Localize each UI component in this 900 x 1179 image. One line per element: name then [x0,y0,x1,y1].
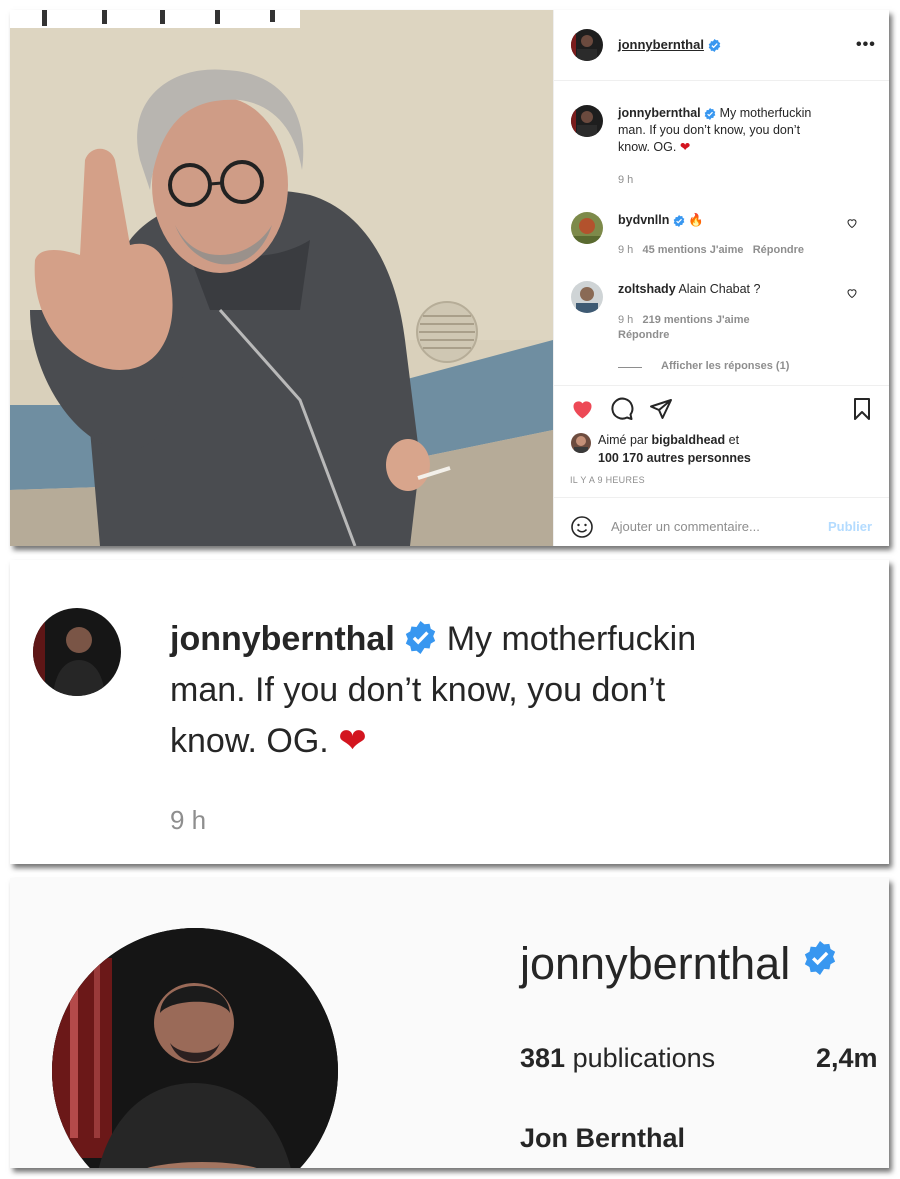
view-replies-button[interactable]: Afficher les réponses (1) [661,360,789,372]
zoom-caption-line2: man. If you don’t know, you don’t [170,671,666,709]
comment-2-text: zoltshady Alain Chabat ? [618,281,848,298]
zoom-caption-line3: know. OG. [170,722,329,760]
comment-time: 9 h [618,244,634,256]
zoom-caption-text: jonnybernthal My motherfuckin man. If yo… [170,614,810,767]
red-heart-emoji-icon: ❤ [679,140,691,154]
comment-1-meta: 9 h 45 mentions J'aime Répondre [618,244,804,256]
profile-full-name: Jon Bernthal [520,1123,686,1153]
verified-badge-icon [673,214,685,227]
actions-divider [554,385,889,386]
liked-by-text: Aimé par bigbaldhead et 100 170 autres p… [598,431,838,467]
profile-stats: 381 publications [520,1043,715,1074]
comment-2-meta: 9 h 219 mentions J'aime Répondre [618,313,838,343]
posts-label: publications [572,1043,716,1073]
post-photo[interactable] [10,10,553,546]
verified-badge-icon [704,107,716,120]
comment-1-username[interactable]: bydvnlln [618,213,669,227]
header-avatar[interactable] [571,29,603,61]
zoom-caption-username[interactable]: jonnybernthal [170,620,395,658]
instagram-post-panel: jonnybernthal ••• jonnybernthal My mothe… [10,10,889,546]
followers-count[interactable]: 2,4m [816,1043,878,1074]
fire-emoji-icon: 🔥 [688,213,704,227]
header-username-row: jonnybernthal [618,37,721,53]
caption-line3: know. OG. [618,140,677,154]
profile-username-row: jonnybernthal [520,938,837,990]
publish-button[interactable]: Publier [828,519,872,534]
save-bookmark-icon[interactable] [850,397,874,426]
verified-badge-icon [804,941,835,975]
caption-avatar[interactable] [571,105,603,137]
comment-input-divider [554,497,889,498]
red-heart-emoji-icon: ❤ [338,722,367,760]
comment-reply-button[interactable]: Répondre [618,329,669,341]
comment-time: 9 h [618,314,634,326]
caption-time: 9 h [618,174,634,186]
post-timestamp: IL Y A 9 HEURES [570,475,645,485]
header-username[interactable]: jonnybernthal [618,37,704,52]
comment-avatar[interactable] [571,212,603,244]
comment-2-username[interactable]: zoltshady [618,282,676,296]
zoom-caption-line1: My motherfuckin [446,620,697,658]
like-heart-icon[interactable] [570,397,595,426]
zoom-caption-avatar[interactable] [33,608,121,696]
emoji-smiley-icon[interactable] [570,515,594,544]
profile-avatar[interactable] [52,928,338,1168]
comment-reply-button[interactable]: Répondre [753,244,804,256]
profile-header-panel: jonnybernthal 381 publications 2,4m Jon … [10,878,889,1168]
posts-count: 381 [520,1043,566,1073]
share-paper-plane-icon[interactable] [649,397,673,426]
liked-by-user[interactable]: bigbaldhead [652,433,726,447]
caption-text: jonnybernthal My motherfuckin man. If yo… [618,105,858,156]
comment-input[interactable]: Ajouter un commentaire... [611,519,811,534]
comment-bubble-icon[interactable] [610,397,634,426]
verified-badge-icon [708,39,720,53]
comment-2-body: Alain Chabat ? [678,282,761,296]
view-replies-line [618,367,642,368]
comment-likes[interactable]: 219 mentions J'aime [642,314,749,326]
liker-avatar[interactable] [571,433,591,453]
likes-count[interactable]: 100 170 autres personnes [598,451,751,465]
liked-by-prefix: Aimé par [598,433,649,447]
comment-like-heart-icon[interactable] [846,286,858,304]
post-sidebar: jonnybernthal ••• jonnybernthal My mothe… [553,10,889,546]
profile-username: jonnybernthal [520,938,791,989]
comment-1-text: bydvnlln 🔥 [618,212,848,229]
more-dots-icon[interactable]: ••• [856,36,876,54]
comment-avatar[interactable] [571,281,603,313]
comment-likes[interactable]: 45 mentions J'aime [642,244,743,256]
liked-by-joiner: et [728,433,740,447]
header-divider [554,80,889,81]
zoomed-caption-panel: jonnybernthal My motherfuckin man. If yo… [10,560,889,864]
caption-line2: man. If you don’t know, you don’t [618,123,801,137]
verified-badge-icon [406,621,436,654]
caption-line1: My motherfuckin [719,106,812,120]
zoom-caption-time: 9 h [170,805,207,835]
caption-username[interactable]: jonnybernthal [618,106,701,120]
comment-like-heart-icon[interactable] [846,216,858,234]
